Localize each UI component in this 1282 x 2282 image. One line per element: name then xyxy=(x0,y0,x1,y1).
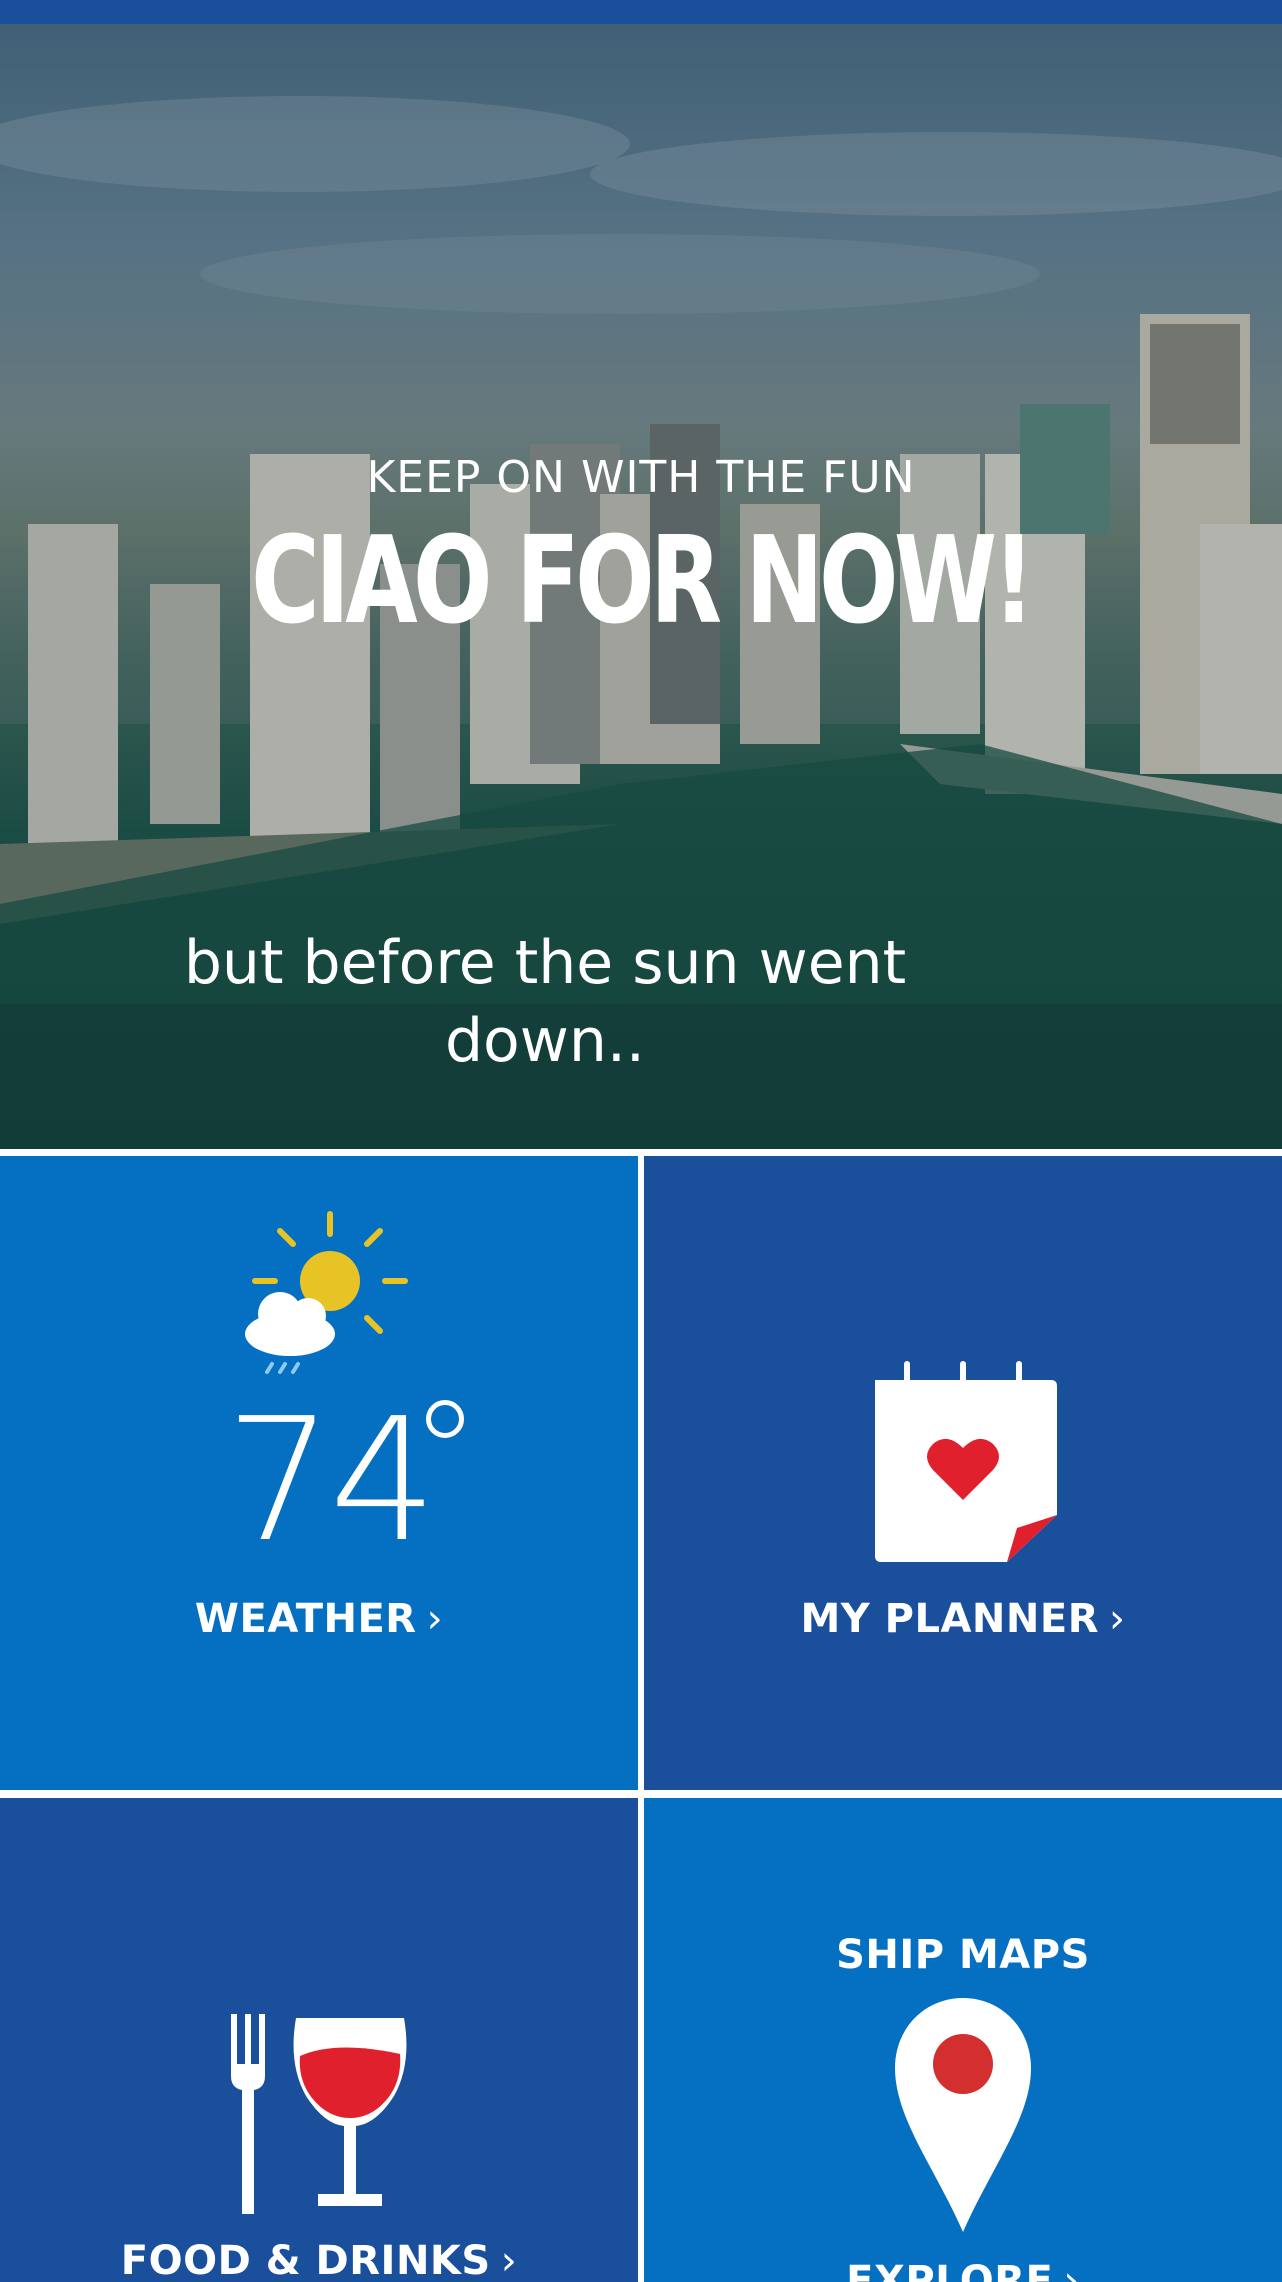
temperature-value: 74 xyxy=(225,1382,437,1580)
degree-symbol xyxy=(426,1400,464,1438)
chevron-right-icon: › xyxy=(1063,2258,1080,2282)
hero-banner[interactable]: KEEP ON WITH THE FUN CIAO FOR NOW! but b… xyxy=(0,24,1282,1149)
chevron-right-icon: › xyxy=(500,2238,518,2282)
ship-maps-tile[interactable]: SHIP MAPS EXPLORE › xyxy=(644,1798,1282,2282)
planner-tile[interactable]: MY PLANNER › xyxy=(644,1156,1282,1790)
hero-caption: but before the sun went down.. xyxy=(183,928,907,1076)
chevron-right-icon: › xyxy=(1109,1596,1126,1642)
map-pin-icon xyxy=(895,1998,1031,2232)
explore-label: EXPLORE xyxy=(846,2258,1054,2282)
status-bar xyxy=(0,0,1282,24)
food-drinks-link[interactable]: FOOD & DRINKS › xyxy=(0,2238,638,2282)
food-drinks-label: FOOD & DRINKS xyxy=(120,2238,491,2282)
food-drinks-tile[interactable]: FOOD & DRINKS › xyxy=(0,1798,638,2282)
chevron-right-icon: › xyxy=(426,1596,444,1642)
hero-kicker: KEEP ON WITH THE FUN xyxy=(366,452,916,503)
ship-maps-title: SHIP MAPS xyxy=(836,1932,1090,1978)
app-home-screen: KEEP ON WITH THE FUN CIAO FOR NOW! but b… xyxy=(0,0,1282,2282)
weather-link[interactable]: WEATHER › xyxy=(0,1596,638,1642)
planner-label: MY PLANNER xyxy=(800,1596,1100,1642)
weather-label: WEATHER xyxy=(194,1596,417,1642)
hero-title: CIAO FOR NOW! xyxy=(251,512,1035,651)
calendar-heart-icon xyxy=(875,1361,1057,1562)
partly-cloudy-rain-icon xyxy=(245,1211,408,1374)
explore-link[interactable]: EXPLORE › xyxy=(644,2258,1282,2282)
fork-wine-glass-icon xyxy=(231,2014,407,2214)
planner-link[interactable]: MY PLANNER › xyxy=(644,1596,1282,1642)
weather-tile[interactable]: 74 WEATHER › xyxy=(0,1156,638,1790)
